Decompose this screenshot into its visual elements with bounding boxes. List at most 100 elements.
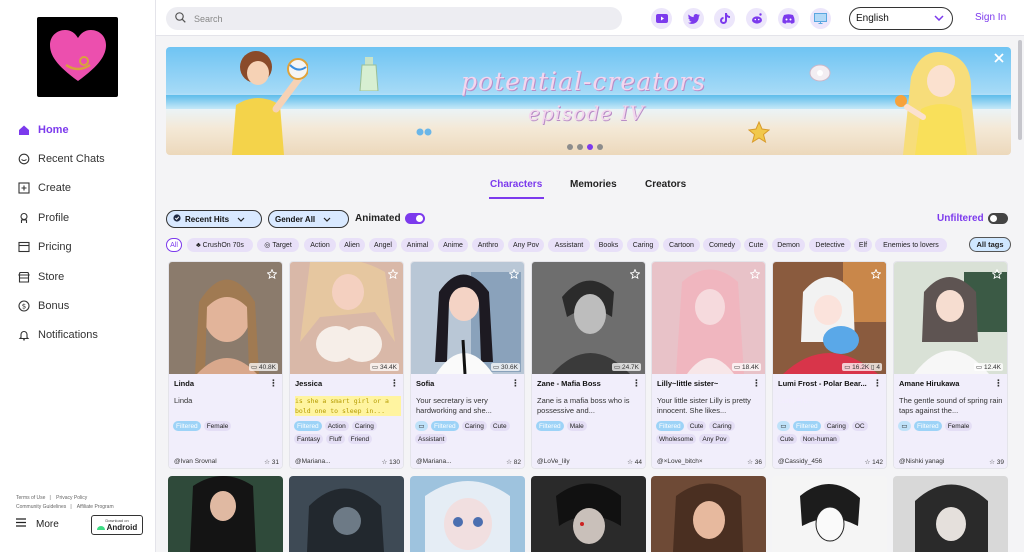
card-tag-filtered[interactable]: Filtered [536,421,564,431]
tag-action[interactable]: Action [304,238,336,252]
tag-assistant[interactable]: Assistant [548,238,590,252]
promo-banner[interactable]: potential-creators episode IV [166,47,1011,155]
creator-name[interactable]: @Ivan Srovnal [174,458,217,465]
tag-alien[interactable]: Alien [339,238,365,252]
tag-comedy[interactable]: Comedy [703,238,741,252]
favorite-star-icon[interactable] [387,266,399,284]
guidelines-link[interactable]: Community Guidelines [16,504,66,510]
tag-books[interactable]: Books [594,238,623,252]
character-card-preview[interactable] [168,476,283,552]
gender-dropdown[interactable]: Gender All [268,210,349,228]
character-card[interactable]: ▭ 18.4K Lilly~little sister~ ⋮ Your litt… [651,261,766,469]
android-download-button[interactable]: Download on Android [91,515,143,535]
card-tag-filtered[interactable]: Filtered [793,421,821,431]
card-tag-filtered[interactable]: Filtered [914,421,942,431]
card-tag[interactable]: Female [203,421,232,431]
card-tag[interactable]: Action [324,421,349,431]
character-card-preview[interactable] [289,476,404,552]
character-card-preview[interactable] [772,476,887,552]
favorite-star-icon[interactable] [508,266,520,284]
character-card[interactable]: ▭ 16.2K ▯ 4 Lumi Frost - Polar Bear... ⋮… [772,261,887,469]
card-tag[interactable]: Cute [489,421,510,431]
card-tag-filtered[interactable]: Filtered [656,421,684,431]
banner-dot[interactable] [577,144,583,150]
discord-icon[interactable] [778,8,799,29]
image-tag-icon[interactable]: ▭ [777,421,790,431]
more-options-icon[interactable]: ⋮ [873,378,882,389]
banner-dot[interactable] [567,144,573,150]
tag-all[interactable]: All [166,238,182,252]
desktop-app-icon[interactable] [810,8,831,29]
favorite-star-icon[interactable] [749,266,761,284]
character-card-preview[interactable] [651,476,766,552]
character-card[interactable]: ▭ 24.7K Zane - Mafia Boss ⋮ Zane is a ma… [531,261,646,469]
more-options-icon[interactable]: ⋮ [269,378,278,389]
twitter-icon[interactable] [683,8,704,29]
character-card[interactable]: ▭ 30.6K Sofia ⋮ Your secretary is very h… [410,261,525,469]
tag-angel[interactable]: Angel [369,238,397,252]
image-tag-icon[interactable]: ▭ [415,421,428,431]
animated-toggle[interactable] [405,213,425,224]
card-tag[interactable]: Assistant [415,434,448,444]
tag-crushon[interactable]: ♣ CrushOn 70s [187,238,253,252]
sign-in-link[interactable]: Sign In [975,12,1006,23]
creator-name[interactable]: @×Love_bitch× [657,458,703,465]
more-options-icon[interactable]: ⋮ [390,378,399,389]
tab-characters[interactable]: Characters [490,179,542,190]
favorite-star-icon[interactable] [991,266,1003,284]
character-card[interactable]: ▭ 12.4K Amane Hirukawa ⋮ The gentle soun… [893,261,1008,469]
card-tag[interactable]: Caring [823,421,849,431]
tag-cute[interactable]: Cute [744,238,768,252]
sidebar-item-create[interactable]: Create [0,174,156,203]
tag-elf[interactable]: Elf [854,238,872,252]
tag-detective[interactable]: Detective [809,238,851,252]
sidebar-item-bonus[interactable]: $ Bonus [0,291,156,320]
unfiltered-toggle[interactable] [988,213,1008,224]
tag-any-pov[interactable]: Any Pov [508,238,544,252]
image-tag-icon[interactable]: ▭ [898,421,911,431]
card-tag[interactable]: Friend [347,434,373,444]
more-options-icon[interactable]: ⋮ [752,378,761,389]
card-tag[interactable]: Non-human [799,434,840,444]
card-tag[interactable]: Cute [777,434,797,444]
sidebar-item-store[interactable]: Store [0,262,156,291]
creator-name[interactable]: @LoVe_lily [537,458,570,465]
tiktok-icon[interactable] [714,8,735,29]
more-options-icon[interactable]: ⋮ [632,378,641,389]
favorite-star-icon[interactable] [629,266,641,284]
card-tag[interactable]: Wholesome [656,434,697,444]
tag-target[interactable]: ◎ Target [257,238,299,252]
more-options-icon[interactable]: ⋮ [511,378,520,389]
card-tag[interactable]: Any Pov [699,434,730,444]
tag-caring[interactable]: Caring [627,238,659,252]
character-card[interactable]: ▭ 34.4K Jessica ⋮ is she a smart girl or… [289,261,404,469]
card-tag[interactable]: OC [851,421,868,431]
card-tag[interactable]: Male [566,421,587,431]
favorite-star-icon[interactable] [870,266,882,284]
banner-close-icon[interactable] [992,51,1006,65]
banner-dot-active[interactable] [587,144,593,150]
creator-name[interactable]: @Cassidy_456 [778,458,822,465]
favorite-star-icon[interactable] [266,266,278,284]
character-card-preview[interactable] [410,476,525,552]
app-logo[interactable] [37,17,118,97]
tag-animal[interactable]: Animal [401,238,434,252]
character-card[interactable]: ▭ 40.8K Linda ⋮ Linda Filtered Female @I… [168,261,283,469]
page-scrollbar[interactable] [1018,40,1022,140]
terms-link[interactable]: Terms of Use [16,495,45,501]
sidebar-item-pricing[interactable]: Pricing [0,233,156,262]
sidebar-item-profile[interactable]: Profile [0,203,156,232]
language-select[interactable]: English [849,7,953,30]
sort-dropdown[interactable]: Recent Hits [166,210,262,228]
card-tag[interactable]: Caring [709,421,735,431]
privacy-link[interactable]: Privacy Policy [56,495,87,501]
sidebar-item-recent-chats[interactable]: Recent Chats [0,144,156,173]
creator-name[interactable]: @Mariana... [416,458,452,465]
more-button[interactable]: More [16,518,59,530]
character-card-preview[interactable] [531,476,646,552]
card-tag-filtered[interactable]: Filtered [294,421,322,431]
tab-memories[interactable]: Memories [570,179,617,190]
card-tag[interactable]: Fantasy [294,434,324,444]
card-tag[interactable]: Cute [686,421,707,431]
creator-name[interactable]: @Mariana... [295,458,331,465]
